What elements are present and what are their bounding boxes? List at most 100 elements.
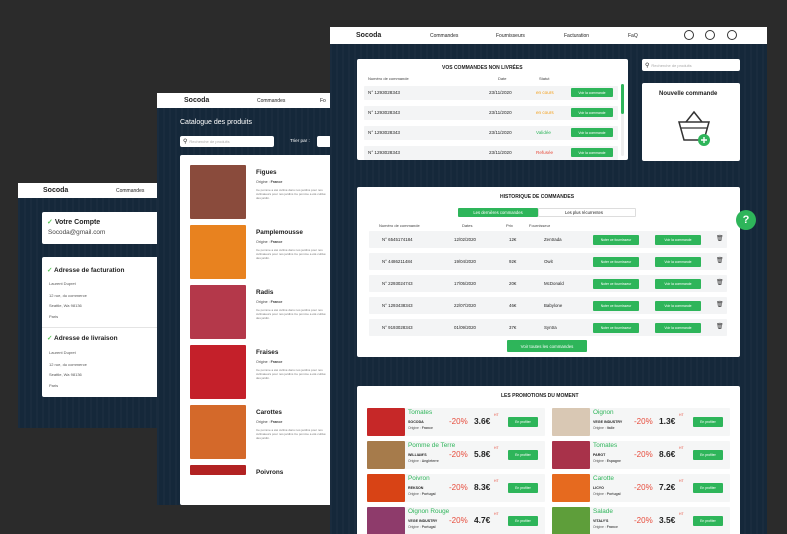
scrollbar[interactable] [621, 84, 624, 156]
nav-faq[interactable]: FaQ [628, 33, 638, 39]
nav-commandes[interactable]: Commandes [430, 33, 458, 39]
view-order-button[interactable]: Voir la commande [655, 257, 701, 267]
nav-fournisseurs[interactable]: Fournisseurs [496, 33, 525, 39]
order-date: 17/05/2020 [454, 281, 476, 286]
billing-line: Laurent Dupret [49, 281, 76, 286]
promo-origin: Origine : Portugal [408, 525, 436, 529]
search-input[interactable]: ⚲ Recherche de produits [180, 136, 274, 147]
rate-supplier-button[interactable]: Noter ce fournisseur [593, 323, 639, 333]
promo-buy-button[interactable]: En profiter [508, 516, 538, 526]
promo-image [367, 408, 405, 436]
table-row: N° 4486211484 19/04/2020 92€ Owit Noter … [369, 253, 727, 270]
promo-buy-button[interactable]: En profiter [508, 450, 538, 460]
new-order-title: Nouvelle commande [659, 91, 718, 97]
promo-buy-button[interactable]: En profiter [693, 483, 723, 493]
view-order-button[interactable]: Voir la commande [571, 88, 613, 97]
rate-supplier-button[interactable]: Noter ce fournisseur [593, 301, 639, 311]
promo-name: Carotte [593, 475, 614, 482]
product-item[interactable]: Radis Origine : France Ce pomme a été cu… [190, 285, 330, 339]
trash-icon[interactable]: 🗑 [716, 257, 724, 264]
view-order-button[interactable]: Voir la commande [655, 323, 701, 333]
sort-select[interactable] [317, 136, 330, 147]
brand-logo[interactable]: Socoda [356, 32, 381, 39]
promo-item[interactable]: Salade VITALY'S Origine : France -20% 3.… [552, 507, 730, 534]
brand-logo[interactable]: Socoda [184, 97, 209, 104]
view-order-button[interactable]: Voir la commande [571, 108, 613, 117]
rate-supplier-button[interactable]: Noter ce fournisseur [593, 279, 639, 289]
promo-item[interactable]: Pomme de Terre WILLIAM'S Origine : Angle… [367, 441, 545, 469]
pending-title: VOS COMMANDES NON LIVRÉES [442, 65, 523, 71]
promo-item[interactable]: Tomates PAROT Origine : Espagne -20% 8.6… [552, 441, 730, 469]
table-row: N° 1293028343 23/11/2020 Validée Voir la… [364, 126, 618, 140]
promo-item[interactable]: Poivron REKSON Origine : Portugal -20% 8… [367, 474, 545, 502]
promo-buy-button[interactable]: En profiter [508, 483, 538, 493]
account-email: Socoda@gmail.com [48, 229, 106, 236]
promo-item[interactable]: Tomates SOCODA Origine : France -20% 3.6… [367, 408, 545, 436]
promo-price: 8.6€ [659, 449, 676, 459]
product-image [190, 225, 246, 279]
promo-item[interactable]: Carotte LICYO Origine : Portugal -20% 7.… [552, 474, 730, 502]
view-order-button[interactable]: Voir la commande [655, 235, 701, 245]
search-icon: ⚲ [183, 139, 188, 145]
product-item[interactable]: Pamplemousse Origine : France Ce pomme a… [190, 225, 330, 279]
promo-supplier: REKSON [408, 486, 424, 490]
promo-origin: Origine : Italie [593, 426, 615, 430]
rate-supplier-button[interactable]: Noter ce fournisseur [593, 235, 639, 245]
help-button[interactable]: ? [736, 210, 756, 230]
product-item[interactable]: Carottes Origine : France Ce pomme a été… [190, 405, 330, 459]
nav-commandes[interactable]: Commandes [257, 98, 285, 104]
address-card: ✓ Adresse de facturation Laurent Dupret … [42, 257, 170, 397]
trash-icon[interactable]: 🗑 [716, 301, 724, 308]
nav-facturation[interactable]: Facturation [564, 33, 589, 39]
product-image [190, 405, 246, 459]
brand-logo[interactable]: Socoda [43, 187, 68, 194]
top-nav: Socoda Commandes Fo [157, 93, 330, 108]
order-price: 92€ [509, 259, 517, 264]
trash-icon[interactable]: 🗑 [716, 323, 724, 330]
promo-image [552, 408, 590, 436]
trash-icon[interactable]: 🗑 [716, 279, 724, 286]
order-date: 01/09/2020 [454, 325, 476, 330]
tab-latest[interactable]: Les dernières commandes [458, 208, 538, 217]
promo-item[interactable]: Oignon Rouge VEGE INDUSTRY Origine : Por… [367, 507, 545, 534]
nav-commandes[interactable]: Commandes [116, 188, 144, 194]
promo-origin: Origine : Angleterre [408, 459, 439, 463]
view-order-button[interactable]: Voir la commande [655, 301, 701, 311]
product-item[interactable]: Fraises Origine : France Ce pomme a été … [190, 345, 330, 399]
product-item[interactable]: Figues Origine : France Ce pomme a été c… [190, 165, 330, 219]
product-item[interactable]: Poivrons [190, 465, 330, 505]
order-date: 19/04/2020 [454, 259, 476, 264]
promo-buy-button[interactable]: En profiter [693, 516, 723, 526]
nav-fournisseurs[interactable]: Fo [320, 98, 326, 104]
promo-buy-button[interactable]: En profiter [693, 417, 723, 427]
logout-icon[interactable] [727, 30, 737, 40]
promo-buy-button[interactable]: En profiter [508, 417, 538, 427]
search-placeholder: Recherche de produits [651, 62, 692, 68]
check-icon: ✓ [47, 219, 53, 226]
new-order-card[interactable]: Nouvelle commande [642, 83, 740, 161]
search-input[interactable]: ⚲ Recherche de produits [642, 59, 740, 71]
tab-recurrent-frame [538, 208, 636, 217]
delivery-line: Paris [49, 383, 59, 388]
order-supplier: Owit [544, 259, 553, 264]
basket-icon[interactable] [705, 30, 715, 40]
billing-line: 12 rue, du commerce [49, 293, 87, 298]
product-origin: Origine : France [256, 300, 283, 304]
order-supplier: McDonald [544, 281, 564, 286]
view-order-button[interactable]: Voir la commande [571, 128, 613, 137]
view-order-button[interactable]: Voir la commande [571, 148, 613, 157]
user-icon[interactable] [684, 30, 694, 40]
promo-price: 5.8€ [474, 449, 491, 459]
promo-item[interactable]: Oignon VEGE INDUSTRY Origine : Italie -2… [552, 408, 730, 436]
view-order-button[interactable]: Voir la commande [655, 279, 701, 289]
table-row: N° 6545174184 12/02/2020 12€ Zentrada No… [369, 231, 727, 248]
rate-supplier-button[interactable]: Noter ce fournisseur [593, 257, 639, 267]
promo-price: 3.5€ [659, 515, 676, 525]
view-all-orders-button[interactable]: Voir toutes les commandes [507, 340, 587, 352]
promo-buy-button[interactable]: En profiter [693, 450, 723, 460]
product-name: Figues [256, 169, 277, 176]
promo-name: Oignon Rouge [408, 508, 450, 515]
trash-icon[interactable]: 🗑 [716, 235, 724, 242]
order-price: 46€ [509, 303, 517, 308]
promo-discount: -20% [449, 483, 468, 492]
